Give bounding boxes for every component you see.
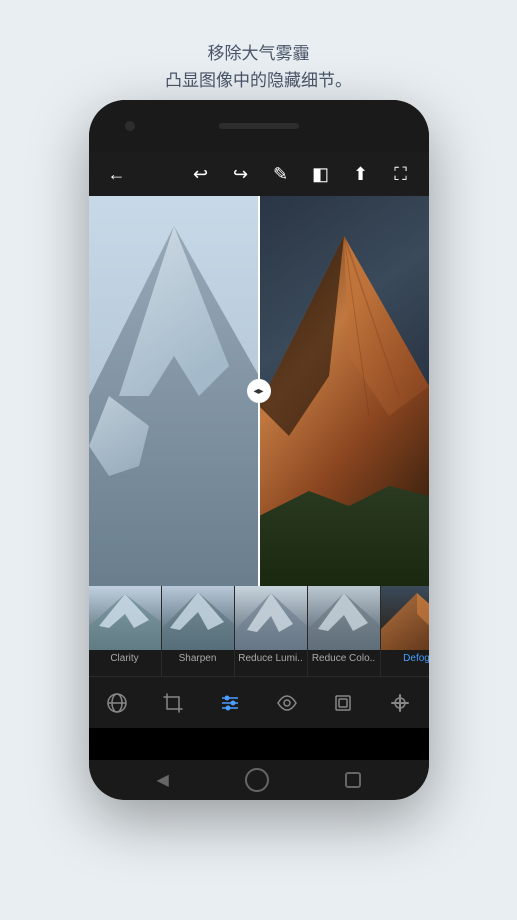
undo-button[interactable]: ↩ xyxy=(185,164,217,185)
phone-device: ← ↩ ↪ ✎ ◧ ⬆ ⛶ xyxy=(89,100,429,800)
filter-thumb-sharpen xyxy=(162,586,234,650)
filter-label-sharpen: Sharpen xyxy=(162,650,234,667)
nav-home-button[interactable] xyxy=(245,768,269,792)
phone-top-bezel xyxy=(89,100,429,152)
image-before xyxy=(89,196,259,586)
phone-camera xyxy=(125,121,135,131)
filter-item-reduce-color[interactable]: Reduce Colo.. xyxy=(308,586,381,676)
filter-label-clarity: Clarity xyxy=(89,650,161,667)
back-button[interactable]: ← xyxy=(101,164,133,185)
filter-item-sharpen[interactable]: Sharpen xyxy=(162,586,235,676)
filter-thumb-reduce-lumi xyxy=(235,586,307,650)
toolbar-right-icons: ↩ ↪ ✎ ◧ ⬆ ⛶ xyxy=(185,164,417,185)
filter-label-reduce-lumi: Reduce Lumi.. xyxy=(235,650,307,667)
filter-thumb-defog xyxy=(381,586,429,650)
image-comparison-area[interactable]: ◂▸ xyxy=(89,196,429,586)
comparison-divider[interactable]: ◂▸ xyxy=(258,196,260,586)
divider-handle[interactable]: ◂▸ xyxy=(247,379,271,403)
fullscreen-button[interactable]: ⛶ xyxy=(385,164,417,185)
filter-strip: Clarity xyxy=(89,586,429,676)
header-line1: 移除大气雾霾 xyxy=(40,40,477,67)
heal-button[interactable] xyxy=(380,683,420,723)
redo-button[interactable]: ↪ xyxy=(225,164,257,185)
filter-item-reduce-lumi[interactable]: Reduce Lumi.. xyxy=(235,586,308,676)
share-button[interactable]: ⬆ xyxy=(345,164,377,185)
app-toolbar: ← ↩ ↪ ✎ ◧ ⬆ ⛶ xyxy=(89,152,429,196)
phone-bottom-bezel: ◀ xyxy=(89,760,429,800)
header-description: 移除大气雾霾 凸显图像中的隐藏细节。 xyxy=(0,0,517,114)
effects-button[interactable] xyxy=(97,683,137,723)
crop-button[interactable] xyxy=(153,683,193,723)
filter-item-clarity[interactable]: Clarity xyxy=(89,586,162,676)
nav-back-button[interactable]: ◀ xyxy=(156,770,168,790)
nav-recents-button[interactable] xyxy=(345,772,361,788)
divider-arrows-icon: ◂▸ xyxy=(253,386,263,397)
layers-button[interactable] xyxy=(323,683,363,723)
adjust-button[interactable] xyxy=(210,683,250,723)
phone-screen: ← ↩ ↪ ✎ ◧ ⬆ ⛶ xyxy=(89,152,429,760)
bottom-editing-toolbar xyxy=(89,676,429,728)
filter-item-defog[interactable]: Defog xyxy=(381,586,429,676)
preview-button[interactable] xyxy=(267,683,307,723)
filter-label-defog: Defog xyxy=(381,650,429,667)
compare-button[interactable]: ◧ xyxy=(305,164,337,185)
filter-thumb-clarity xyxy=(89,586,161,650)
header-line2: 凸显图像中的隐藏细节。 xyxy=(40,67,477,94)
phone-speaker xyxy=(219,123,299,129)
filter-thumb-reduce-color xyxy=(308,586,380,650)
filter-label-reduce-color: Reduce Colo.. xyxy=(308,650,380,667)
image-after xyxy=(259,196,429,586)
edit-button[interactable]: ✎ xyxy=(265,164,297,185)
